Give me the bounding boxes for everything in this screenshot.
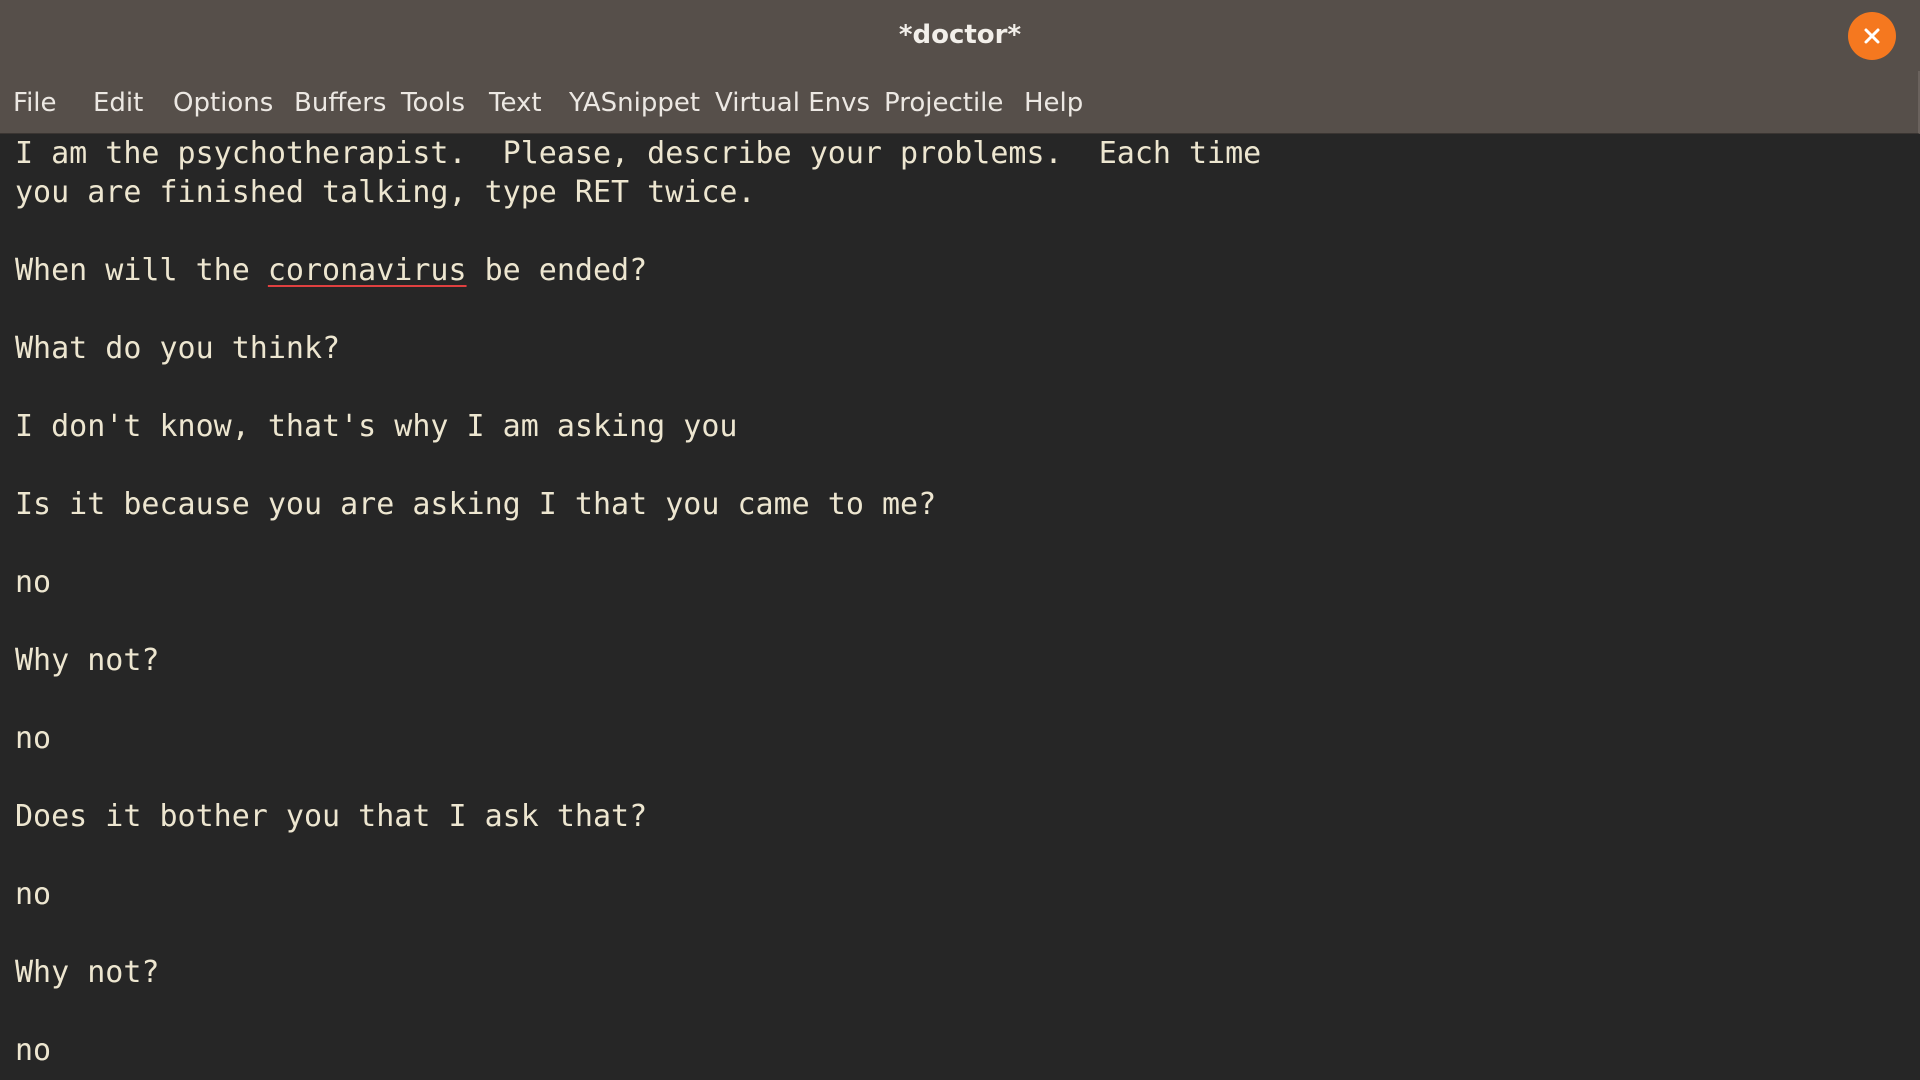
user-message: no (15, 565, 52, 600)
menu-options[interactable]: Options (173, 71, 273, 133)
close-icon (1864, 28, 1880, 44)
close-button[interactable] (1848, 12, 1896, 60)
user-message: no (15, 721, 52, 756)
menu-text[interactable]: Text (489, 71, 542, 133)
doctor-reply: Does it bother you that I ask that? (15, 799, 648, 834)
user-message: no (15, 1033, 52, 1068)
menu-yasnippet[interactable]: YASnippet (569, 71, 700, 133)
user-message-part: When will the (15, 253, 268, 288)
menu-buffers[interactable]: Buffers (294, 71, 386, 133)
doctor-intro-line-1: I am the psychotherapist. Please, descri… (15, 136, 1262, 171)
menu-file[interactable]: File (13, 71, 57, 133)
user-message: When will the coronavirus be ended? (15, 251, 647, 290)
user-message: no (15, 877, 52, 912)
doctor-reply: Is it because you are asking I that you … (15, 487, 937, 522)
menu-bar: File Edit Options Buffers Tools Text YAS… (0, 71, 1920, 134)
doctor-reply: Why not? (15, 643, 160, 678)
menu-projectile[interactable]: Projectile (884, 71, 1003, 133)
doctor-reply: Why not? (15, 955, 160, 990)
doctor-reply: What do you think? (15, 331, 341, 366)
window-title: *doctor* (898, 20, 1022, 50)
menu-edit[interactable]: Edit (93, 71, 143, 133)
title-bar: *doctor* (0, 0, 1920, 71)
menu-tools[interactable]: Tools (401, 71, 465, 133)
user-message-part: be ended? (466, 253, 648, 288)
misspelled-word: coronavirus (267, 253, 467, 288)
emacs-window: *doctor* File Edit Options Buffers Tools… (0, 0, 1920, 1080)
menu-help[interactable]: Help (1024, 71, 1083, 133)
doctor-intro-line-2: you are finished talking, type RET twice… (15, 175, 756, 210)
menu-virtual-envs[interactable]: Virtual Envs (715, 71, 870, 133)
user-message: I don't know, that's why I am asking you (15, 409, 738, 444)
doctor-buffer[interactable]: I am the psychotherapist. Please, descri… (0, 134, 1920, 1080)
